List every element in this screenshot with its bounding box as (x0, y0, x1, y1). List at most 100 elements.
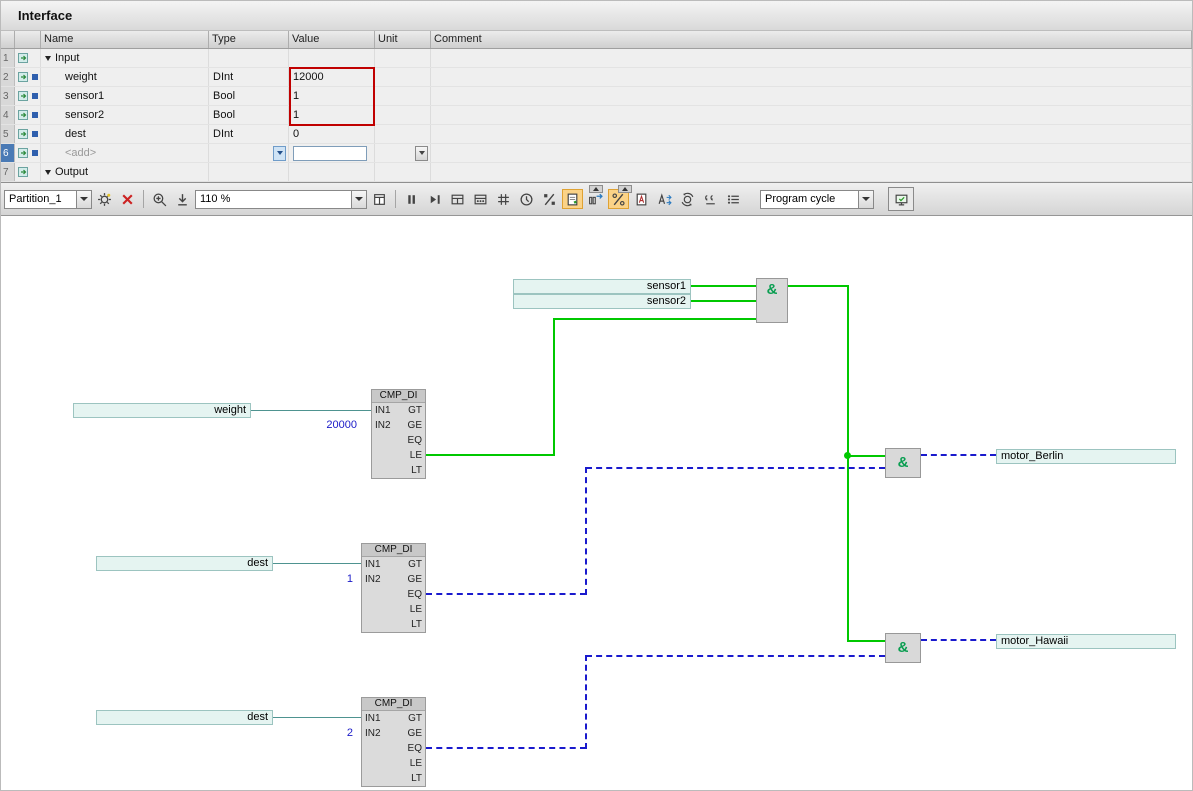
header-unit[interactable]: Unit (375, 31, 431, 48)
collapse-caret-icon[interactable] (45, 55, 51, 61)
table-icon[interactable] (447, 189, 468, 209)
add-variable-cell[interactable]: <add> (41, 144, 209, 162)
header-type[interactable]: Type (209, 31, 289, 48)
group-name-cell[interactable]: Input (41, 49, 209, 67)
unit-cell[interactable] (375, 87, 431, 105)
cmp-block-weight[interactable]: CMP_DI IN1 IN2 GT GE EQ LE LT (371, 389, 426, 479)
document-star-icon[interactable] (562, 189, 583, 209)
value-cell[interactable]: 12000 (289, 68, 375, 86)
document-a-icon[interactable] (631, 189, 652, 209)
zoom-in-icon[interactable] (149, 189, 170, 209)
operand-sensor2[interactable]: sensor2 (513, 294, 691, 309)
operand-motor-hawaii[interactable]: motor_Hawaii (996, 634, 1176, 649)
dot-grid-icon[interactable] (470, 189, 491, 209)
comment-cell[interactable] (431, 125, 1192, 143)
name-cell[interactable]: weight (41, 68, 209, 86)
partition-combobox[interactable]: Partition_1 (4, 189, 92, 209)
name-cell[interactable]: sensor1 (41, 87, 209, 105)
and-symbol: & (897, 639, 909, 656)
value-cell[interactable]: 0 (289, 125, 375, 143)
gear-icon[interactable] (94, 189, 115, 209)
unit-cell[interactable] (375, 106, 431, 124)
type-dropdown-button[interactable] (273, 145, 286, 161)
and-block-berlin[interactable]: & (885, 448, 921, 478)
group-name-cell[interactable]: Output (41, 163, 209, 181)
comment-cell[interactable] (431, 144, 1192, 162)
interface-panel-title: Interface (1, 1, 1192, 31)
unit-cell[interactable] (375, 125, 431, 143)
comment-cell[interactable] (431, 49, 1192, 67)
quotes-icon[interactable] (700, 189, 721, 209)
unit-cell[interactable] (375, 49, 431, 67)
window-icon[interactable] (369, 189, 390, 209)
program-cycle-combobox[interactable]: Program cycle (760, 189, 874, 209)
comment-cell[interactable] (431, 106, 1192, 124)
type-cell[interactable] (209, 163, 289, 181)
comment-cell[interactable] (431, 87, 1192, 105)
splitter-collapse-button[interactable] (589, 185, 603, 193)
row-number[interactable]: 5 (1, 125, 15, 143)
type-cell[interactable] (209, 49, 289, 67)
type-cell[interactable]: Bool (209, 106, 289, 124)
operand-dest-1[interactable]: dest (96, 556, 273, 571)
one-over-x-icon[interactable] (539, 189, 560, 209)
header-name[interactable]: Name (41, 31, 209, 48)
name-cell[interactable]: sensor2 (41, 106, 209, 124)
value-input[interactable] (293, 145, 367, 161)
operand-weight[interactable]: weight (73, 403, 251, 418)
letter-a-arrows-icon[interactable] (654, 189, 675, 209)
cmp-block-dest-berlin[interactable]: CMP_DI IN1 IN2 GT GE EQ LE LT (361, 543, 426, 633)
row-number[interactable]: 3 (1, 87, 15, 105)
constant-weight-limit[interactable]: 20000 (281, 419, 357, 432)
name-cell[interactable]: dest (41, 125, 209, 143)
fbd-network-canvas[interactable]: sensor1 sensor2 weight dest dest motor_B… (1, 216, 1192, 790)
value-cell[interactable]: 1 (289, 87, 375, 105)
type-select-cell[interactable] (209, 144, 289, 162)
value-cell[interactable] (289, 163, 375, 181)
unit-cell[interactable] (375, 68, 431, 86)
header-comment[interactable]: Comment (431, 31, 1192, 48)
unit-dropdown-button[interactable] (415, 145, 428, 161)
partition-dropdown-button[interactable] (76, 190, 91, 208)
type-cell[interactable]: Bool (209, 87, 289, 105)
value-cell[interactable] (289, 49, 375, 67)
operand-dest-2[interactable]: dest (96, 710, 273, 725)
constant-dest-berlin[interactable]: 1 (291, 573, 353, 586)
and-block-hawaii[interactable]: & (885, 633, 921, 663)
row-number[interactable]: 2 (1, 68, 15, 86)
operand-motor-berlin[interactable]: motor_Berlin (996, 449, 1176, 464)
display-icon[interactable] (888, 187, 914, 211)
zoom-level-combobox[interactable]: 110 % (195, 189, 367, 209)
zoom-fit-icon[interactable] (172, 189, 193, 209)
comment-cell[interactable] (431, 163, 1192, 181)
comment-cell[interactable] (431, 68, 1192, 86)
type-cell[interactable]: DInt (209, 68, 289, 86)
value-cell[interactable]: 1 (289, 106, 375, 124)
zoom-dropdown-button[interactable] (351, 190, 366, 208)
row-number[interactable]: 7 (1, 163, 15, 181)
cycle-dropdown-button[interactable] (858, 190, 873, 208)
collapse-caret-icon[interactable] (45, 169, 51, 175)
bars-icon[interactable] (401, 189, 422, 209)
operand-sensor1[interactable]: sensor1 (513, 279, 691, 294)
play-bar-icon[interactable] (424, 189, 445, 209)
port-eq: EQ (407, 743, 422, 754)
value-edit-cell[interactable] (289, 144, 375, 162)
header-value[interactable]: Value (289, 31, 375, 48)
clock-icon[interactable] (516, 189, 537, 209)
row-number[interactable]: 4 (1, 106, 15, 124)
close-x-icon[interactable] (117, 189, 138, 209)
and-block-main[interactable]: & (756, 278, 788, 323)
row-number-selected[interactable]: 6 (1, 144, 15, 162)
splitter-collapse-button[interactable] (618, 185, 632, 193)
constant-dest-hawaii[interactable]: 2 (291, 727, 353, 740)
hash-grid-icon[interactable] (493, 189, 514, 209)
list-icon[interactable] (723, 189, 744, 209)
wire-and-output-h (788, 285, 848, 287)
cmp-block-dest-hawaii[interactable]: CMP_DI IN1 IN2 GT GE EQ LE LT (361, 697, 426, 787)
type-cell[interactable]: DInt (209, 125, 289, 143)
unit-cell[interactable] (375, 163, 431, 181)
gear-arrows-icon[interactable] (677, 189, 698, 209)
row-number[interactable]: 1 (1, 49, 15, 67)
unit-select-cell[interactable] (375, 144, 431, 162)
